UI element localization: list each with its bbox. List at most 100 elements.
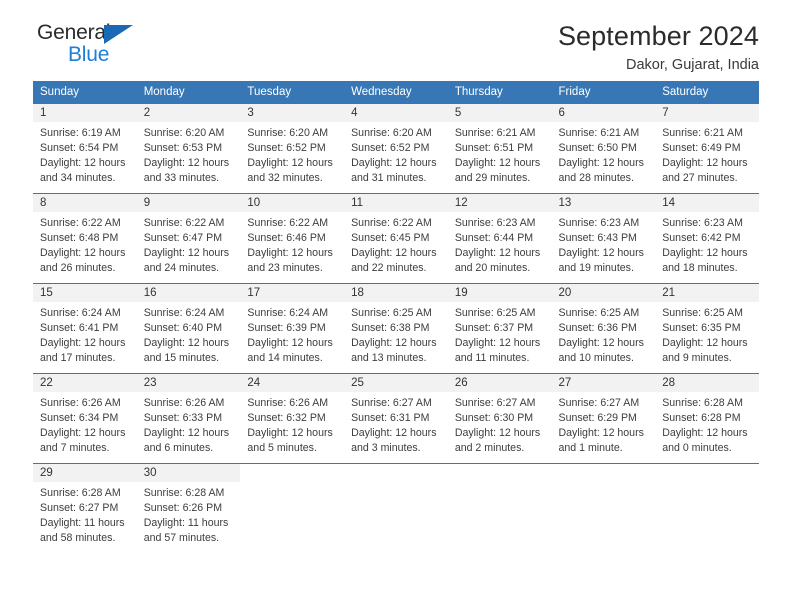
day-cell[interactable]: 14 Sunrise: 6:23 AM Sunset: 6:42 PM Dayligh… — [655, 193, 759, 284]
sunrise-text: Sunrise: 6:25 AM — [454, 307, 536, 319]
day-number: 3 — [240, 104, 345, 122]
day-cell[interactable]: 19 Sunrise: 6:25 AM Sunset: 6:37 PM Dayligh… — [447, 283, 552, 374]
day-cell[interactable]: 30 Sunrise: 6:28 AM Sunset: 6:26 PM Dayligh… — [136, 463, 241, 550]
sunrise-text: Sunrise: 6:28 AM — [143, 487, 225, 499]
day-cell[interactable]: 10 Sunrise: 6:22 AM Sunset: 6:46 PM Dayligh… — [240, 193, 345, 284]
day-cell[interactable]: 16 Sunrise: 6:24 AM Sunset: 6:40 PM Dayligh… — [136, 283, 241, 374]
day-details: Sunrise: 6:19 AM Sunset: 6:54 PM Daylight:… — [33, 122, 137, 186]
day-cell[interactable]: 15 Sunrise: 6:24 AM Sunset: 6:41 PM Dayligh… — [33, 283, 137, 374]
sunset-text: Sunset: 6:37 PM — [454, 322, 534, 335]
daylight-text-line1: Daylight: 12 hours — [40, 337, 126, 350]
day-details: Sunrise: 6:21 AM Sunset: 6:50 PM Daylight:… — [552, 122, 656, 186]
day-details: Sunrise: 6:27 AM Sunset: 6:29 PM Daylight:… — [552, 392, 656, 456]
daylight-text-line2: and 3 minutes. — [351, 442, 421, 455]
day-details: Sunrise: 6:22 AM Sunset: 6:47 PM Daylight:… — [137, 212, 241, 276]
sunrise-text: Sunrise: 6:20 AM — [247, 127, 329, 139]
sunrise-text: Sunrise: 6:27 AM — [351, 397, 432, 409]
sunrise-text: Sunrise: 6:21 AM — [454, 127, 536, 139]
sunset-text: Sunset: 6:38 PM — [351, 322, 430, 335]
calendar-body: 1 Sunrise: 6:19 AM Sunset: 6:54 PM Daylight… — [33, 103, 759, 550]
logo-triangle-icon — [104, 25, 133, 44]
day-cell[interactable]: 25 Sunrise: 6:27 AM Sunset: 6:31 PM Dayligh… — [344, 373, 448, 464]
day-details: Sunrise: 6:26 AM Sunset: 6:34 PM Daylight:… — [33, 392, 137, 456]
daylight-text-line2: and 19 minutes. — [558, 262, 634, 275]
day-cell[interactable]: 13 Sunrise: 6:23 AM Sunset: 6:43 PM Dayligh… — [551, 193, 656, 284]
day-cell[interactable]: 17 Sunrise: 6:24 AM Sunset: 6:39 PM Dayligh… — [240, 283, 345, 374]
daylight-text-line2: and 32 minutes. — [247, 172, 323, 185]
day-cell[interactable]: 23 Sunrise: 6:26 AM Sunset: 6:33 PM Dayligh… — [136, 373, 241, 464]
day-cell[interactable]: 21 Sunrise: 6:25 AM Sunset: 6:35 PM Dayligh… — [655, 283, 759, 374]
day-cell[interactable]: 24 Sunrise: 6:26 AM Sunset: 6:32 PM Dayligh… — [240, 373, 345, 464]
day-details: Sunrise: 6:23 AM Sunset: 6:43 PM Daylight:… — [552, 212, 656, 276]
generalblue-logo[interactable]: General Blue — [33, 22, 143, 70]
day-cell[interactable]: 27 Sunrise: 6:27 AM Sunset: 6:29 PM Dayligh… — [551, 373, 656, 464]
day-number: 8 — [33, 194, 137, 212]
day-number: 19 — [447, 284, 552, 302]
day-details: Sunrise: 6:25 AM Sunset: 6:36 PM Daylight:… — [552, 302, 656, 366]
day-cell[interactable]: 11 Sunrise: 6:22 AM Sunset: 6:45 PM Dayligh… — [344, 193, 448, 284]
day-details: Sunrise: 6:22 AM Sunset: 6:46 PM Daylight:… — [240, 212, 344, 276]
sunset-text: Sunset: 6:42 PM — [662, 232, 741, 245]
daylight-text-line1: Daylight: 12 hours — [143, 157, 230, 170]
sunrise-text: Sunrise: 6:21 AM — [558, 127, 640, 139]
daylight-text-line1: Daylight: 12 hours — [454, 337, 541, 350]
day-details: Sunrise: 6:21 AM Sunset: 6:51 PM Daylight:… — [448, 122, 552, 186]
day-number — [344, 464, 448, 482]
sunset-text: Sunset: 6:30 PM — [454, 412, 534, 425]
day-details: Sunrise: 6:25 AM Sunset: 6:38 PM Daylight:… — [344, 302, 448, 366]
sunset-text: Sunset: 6:40 PM — [143, 322, 223, 335]
sunset-text: Sunset: 6:47 PM — [143, 232, 223, 245]
day-number: 6 — [551, 104, 656, 122]
sunset-text: Sunset: 6:44 PM — [454, 232, 534, 245]
logo-text-blue: Blue — [68, 43, 110, 66]
day-cell[interactable]: 1 Sunrise: 6:19 AM Sunset: 6:54 PM Daylight… — [33, 103, 137, 194]
day-number: 11 — [344, 194, 448, 212]
day-details: Sunrise: 6:20 AM Sunset: 6:52 PM Daylight:… — [344, 122, 448, 186]
day-cell[interactable]: 7 Sunrise: 6:21 AM Sunset: 6:49 PM Daylight… — [655, 103, 759, 194]
day-cell[interactable]: 28 Sunrise: 6:28 AM Sunset: 6:28 PM Dayligh… — [655, 373, 759, 464]
sunset-text: Sunset: 6:45 PM — [351, 232, 430, 245]
day-number: 7 — [655, 104, 759, 122]
day-cell-empty — [447, 463, 552, 550]
daylight-text-line2: and 9 minutes. — [662, 352, 732, 365]
sunrise-text: Sunrise: 6:19 AM — [40, 127, 121, 139]
day-cell[interactable]: 18 Sunrise: 6:25 AM Sunset: 6:38 PM Dayligh… — [344, 283, 448, 374]
day-number: 18 — [344, 284, 448, 302]
sunrise-text: Sunrise: 6:28 AM — [662, 397, 743, 409]
daylight-text-line2: and 0 minutes. — [662, 442, 732, 455]
daylight-text-line1: Daylight: 12 hours — [558, 427, 644, 440]
page-title: September 2024 — [557, 21, 759, 51]
day-details: Sunrise: 6:26 AM Sunset: 6:32 PM Daylight:… — [240, 392, 344, 456]
day-cell[interactable]: 20 Sunrise: 6:25 AM Sunset: 6:36 PM Dayligh… — [551, 283, 656, 374]
daylight-text-line1: Daylight: 12 hours — [662, 157, 748, 170]
day-number: 12 — [447, 194, 552, 212]
daylight-text-line2: and 15 minutes. — [143, 352, 220, 365]
day-cell[interactable]: 9 Sunrise: 6:22 AM Sunset: 6:47 PM Daylight… — [136, 193, 241, 284]
day-details: Sunrise: 6:23 AM Sunset: 6:42 PM Daylight:… — [655, 212, 759, 276]
sunset-text: Sunset: 6:48 PM — [40, 232, 119, 245]
daylight-text-line1: Daylight: 12 hours — [40, 427, 126, 440]
day-number — [240, 464, 344, 482]
logo-text-general: General — [37, 21, 111, 44]
day-number: 26 — [447, 374, 552, 392]
day-number: 20 — [551, 284, 656, 302]
sunset-text: Sunset: 6:53 PM — [143, 142, 223, 155]
day-details: Sunrise: 6:25 AM Sunset: 6:35 PM Daylight:… — [655, 302, 759, 366]
daylight-text-line1: Daylight: 12 hours — [247, 247, 333, 260]
day-cell[interactable]: 4 Sunrise: 6:20 AM Sunset: 6:52 PM Daylight… — [344, 103, 448, 194]
weekday-header-wednesday: Wednesday — [344, 81, 448, 104]
day-cell[interactable]: 3 Sunrise: 6:20 AM Sunset: 6:52 PM Daylight… — [240, 103, 345, 194]
day-details: Sunrise: 6:27 AM Sunset: 6:30 PM Daylight:… — [448, 392, 552, 456]
day-cell[interactable]: 8 Sunrise: 6:22 AM Sunset: 6:48 PM Daylight… — [33, 193, 137, 284]
sunset-text: Sunset: 6:32 PM — [247, 412, 326, 425]
day-cell[interactable]: 12 Sunrise: 6:23 AM Sunset: 6:44 PM Dayligh… — [447, 193, 552, 284]
day-cell-empty — [655, 463, 759, 550]
day-cell-empty — [344, 463, 448, 550]
day-number — [655, 464, 759, 482]
day-cell[interactable]: 22 Sunrise: 6:26 AM Sunset: 6:34 PM Dayligh… — [33, 373, 137, 464]
day-cell[interactable]: 6 Sunrise: 6:21 AM Sunset: 6:50 PM Daylight… — [551, 103, 656, 194]
day-cell[interactable]: 26 Sunrise: 6:27 AM Sunset: 6:30 PM Dayligh… — [447, 373, 552, 464]
day-cell[interactable]: 2 Sunrise: 6:20 AM Sunset: 6:53 PM Daylight… — [136, 103, 241, 194]
day-cell[interactable]: 29 Sunrise: 6:28 AM Sunset: 6:27 PM Dayligh… — [33, 463, 137, 550]
day-cell[interactable]: 5 Sunrise: 6:21 AM Sunset: 6:51 PM Daylight… — [447, 103, 552, 194]
